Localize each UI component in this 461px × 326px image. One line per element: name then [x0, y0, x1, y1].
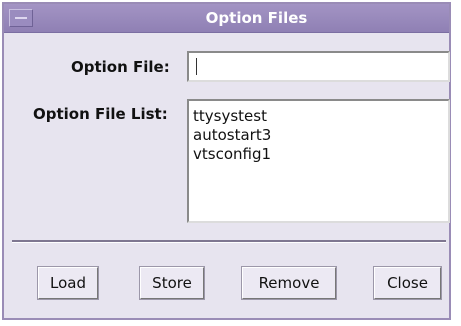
- load-button[interactable]: Load: [37, 266, 99, 300]
- list-item[interactable]: ttysystest: [193, 107, 444, 126]
- option-file-input[interactable]: [189, 53, 448, 80]
- remove-button[interactable]: Remove: [241, 266, 337, 300]
- title-bar[interactable]: Option Files: [4, 4, 449, 33]
- option-file-field[interactable]: [187, 51, 450, 82]
- close-button[interactable]: Close: [373, 266, 442, 300]
- list-item[interactable]: vtsconfig1: [193, 145, 444, 164]
- option-file-label: Option File:: [71, 58, 170, 76]
- option-file-list-label: Option File List:: [33, 105, 168, 123]
- list-item[interactable]: autostart3: [193, 126, 444, 145]
- option-files-dialog: Option Files Option File: Option File Li…: [2, 2, 451, 320]
- option-file-list[interactable]: ttysystest autostart3 vtsconfig1: [187, 99, 450, 223]
- store-button[interactable]: Store: [139, 266, 205, 300]
- window-title: Option Files: [205, 9, 308, 27]
- separator-highlight: [12, 242, 446, 243]
- text-cursor: [196, 58, 197, 75]
